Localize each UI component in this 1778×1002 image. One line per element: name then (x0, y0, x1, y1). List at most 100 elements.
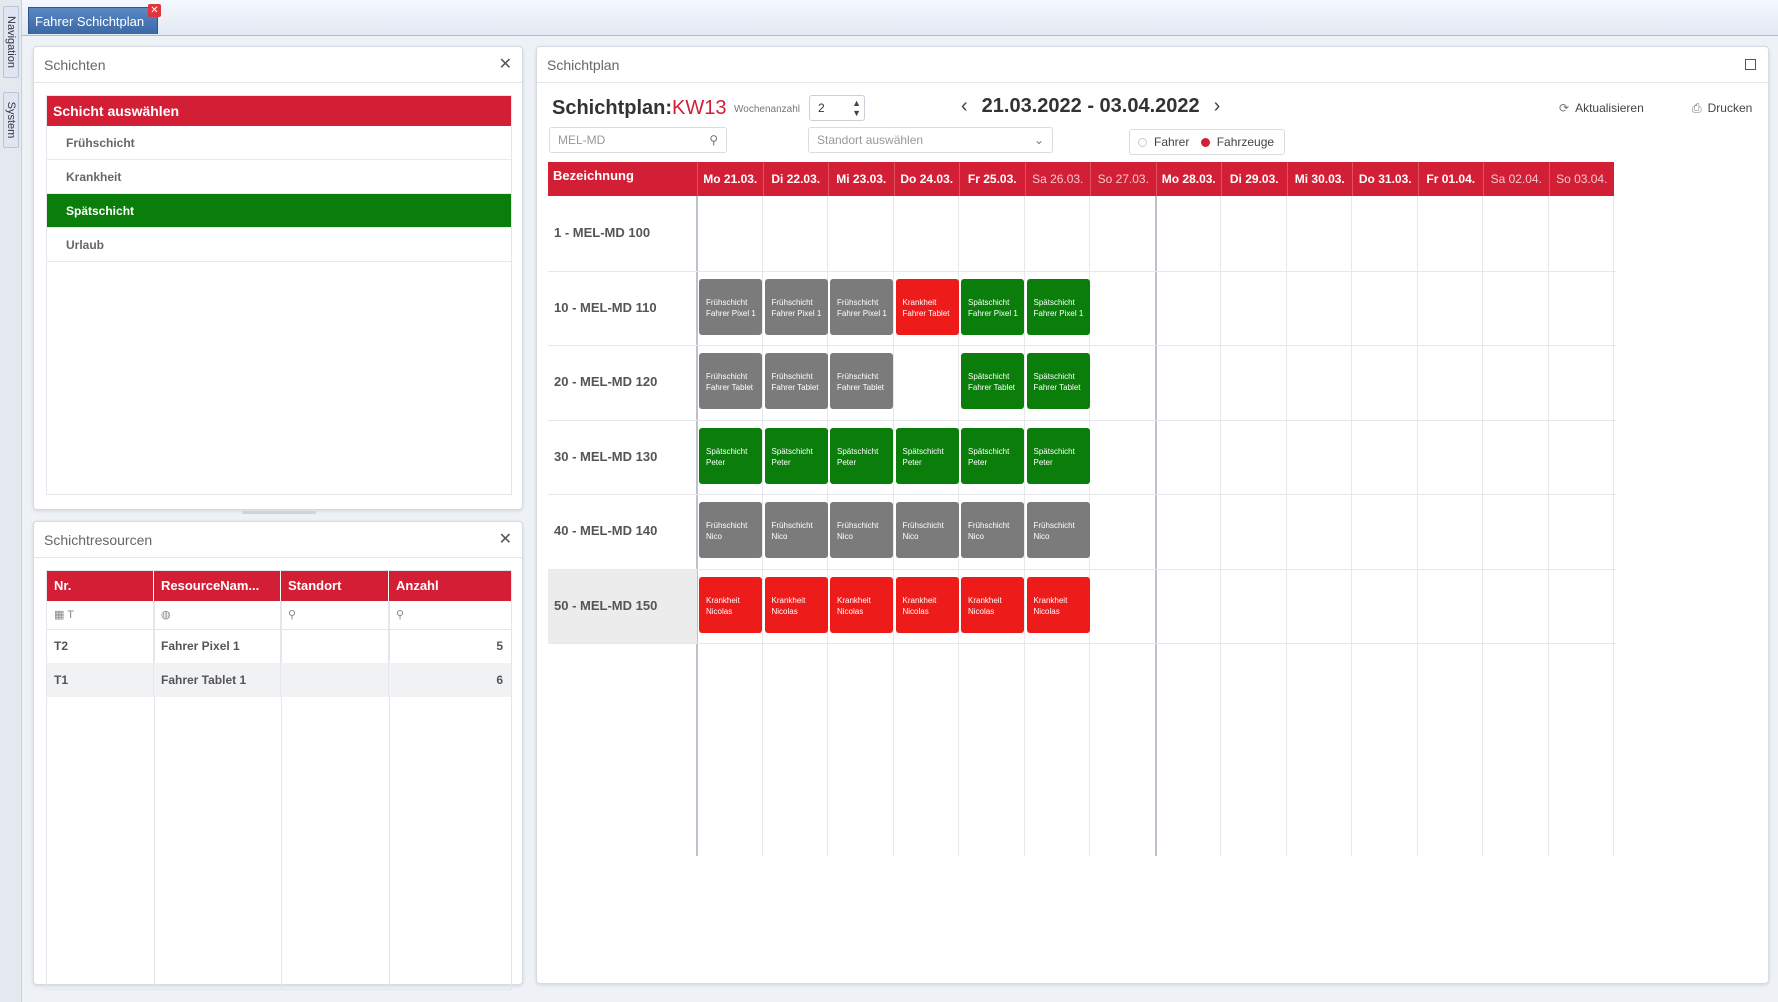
side-tab-system[interactable]: System (3, 92, 19, 148)
shift-block[interactable]: Spätschicht Peter (895, 427, 959, 484)
chevron-right-icon[interactable]: › (1200, 95, 1235, 117)
shift-resource: Nico (837, 532, 854, 541)
close-icon[interactable]: ✕ (148, 4, 161, 17)
filter-standort[interactable]: ⚲ (281, 601, 389, 629)
column-header-resourcename[interactable]: ResourceNam... (154, 571, 281, 601)
shift-block[interactable]: Krankheit Nicolas (764, 576, 828, 633)
panel-header: Schichtresourcen ✕ (34, 522, 522, 558)
close-icon[interactable]: ✕ (499, 47, 512, 83)
shift-block[interactable]: Frühschicht Fahrer Pixel 1 (764, 278, 828, 335)
row-label[interactable]: 40 - MEL-MD 140 (548, 494, 697, 569)
filter-row: ▦ T ◍ ⚲ ⚲ (47, 601, 511, 630)
shift-name: Spätschicht (837, 446, 879, 456)
shift-block[interactable]: Frühschicht Nico (961, 502, 1024, 558)
standort-select[interactable]: Standort auswählen ⌄ (808, 127, 1053, 153)
shift-name: Spätschicht (968, 446, 1010, 456)
toggle-fahrer[interactable]: Fahrer (1130, 135, 1189, 149)
row-label[interactable]: 1 - MEL-MD 100 (548, 196, 697, 271)
shift-block[interactable]: Spätschicht Peter (961, 427, 1024, 484)
shift-name: Krankheit (902, 595, 937, 605)
shift-resource: Nicolas (771, 606, 798, 616)
shift-block[interactable]: Frühschicht Nico (830, 502, 893, 558)
shift-block[interactable]: Spätschicht Fahrer Tablet (1026, 353, 1090, 409)
app-window: Navigation System Fahrer Schichtplan ✕ S… (0, 0, 1778, 1002)
shift-resource: Fahrer Tablet (1033, 383, 1081, 392)
shift-resource: Peter (1033, 457, 1053, 467)
shift-block[interactable]: Krankheit Nicolas (1026, 576, 1090, 633)
table-row[interactable]: T1 Fahrer Tablet 1 6 (47, 663, 511, 697)
shift-block[interactable]: Krankheit Nicolas (961, 576, 1024, 633)
panel-title: Schichtplan (547, 57, 620, 73)
schichtplan-panel: Schichtplan Schichtplan:KW13 Wochenanzah… (536, 46, 1769, 984)
chevron-left-icon[interactable]: ‹ (947, 95, 982, 117)
document-tabbar: Fahrer Schichtplan ✕ (22, 0, 1778, 36)
shift-item-spaetschicht[interactable]: Spätschicht (47, 194, 511, 228)
refresh-button[interactable]: ⟳ Aktualisieren (1559, 101, 1644, 115)
cell-name: Fahrer Pixel 1 (154, 629, 281, 663)
cell-anzahl: 6 (496, 673, 503, 687)
shift-block[interactable]: Krankheit Nicolas (699, 576, 762, 633)
shift-list-title: Schicht auswählen (47, 96, 511, 126)
column-header-anzahl[interactable]: Anzahl (389, 571, 511, 601)
maximize-icon[interactable] (1745, 59, 1756, 70)
side-tab-label: Navigation (5, 16, 17, 68)
shift-block[interactable]: Krankheit Fahrer Tablet (895, 278, 959, 335)
row-label[interactable]: 50 - MEL-MD 150 (548, 568, 697, 643)
grid-column-line (1351, 196, 1352, 856)
shift-resource: Peter (902, 457, 922, 467)
shift-list: Schicht auswählen Frühschicht Krankheit … (46, 95, 512, 495)
resize-handle[interactable] (242, 511, 316, 514)
side-tab-navigation[interactable]: Navigation (3, 6, 19, 78)
shift-block[interactable]: Spätschicht Fahrer Pixel 1 (961, 278, 1024, 335)
search-input[interactable]: MEL-MD ⚲ (549, 127, 727, 153)
shift-item-fruehschicht[interactable]: Frühschicht (47, 126, 511, 160)
column-header-standort[interactable]: Standort (281, 571, 389, 601)
shift-block[interactable]: Frühschicht Nico (1026, 502, 1090, 558)
row-label[interactable]: 10 - MEL-MD 110 (548, 271, 697, 346)
document-tab-label: Fahrer Schichtplan (35, 14, 145, 29)
toggle-fahrzeuge[interactable]: Fahrzeuge (1193, 135, 1274, 149)
shift-block[interactable]: Frühschicht Fahrer Tablet (830, 353, 893, 409)
search-icon: ⚲ (709, 133, 718, 147)
shift-resource: Nicolas (902, 606, 929, 616)
view-toggle: Fahrer Fahrzeuge (1129, 129, 1285, 155)
resources-table: Nr. ResourceNam... Standort Anzahl ▦ T ◍… (46, 570, 512, 990)
shift-block[interactable]: Spätschicht Fahrer Tablet (961, 353, 1024, 409)
shift-item-urlaub[interactable]: Urlaub (47, 228, 511, 262)
table-row[interactable]: T2 Fahrer Pixel 1 5 (47, 629, 511, 663)
filter-anzahl[interactable]: ⚲ (389, 601, 511, 629)
shift-block[interactable]: Spätschicht Peter (699, 427, 762, 484)
shift-name: Krankheit (706, 595, 740, 605)
filter-nr[interactable]: ▦ T (47, 601, 154, 629)
print-label: Drucken (1707, 101, 1753, 115)
day-header: Do 24.03. (893, 162, 959, 196)
row-label[interactable]: 30 - MEL-MD 130 (548, 420, 697, 495)
shift-block[interactable]: Frühschicht Nico (895, 502, 959, 558)
filter-resourcename[interactable]: ◍ (154, 601, 281, 629)
shift-item-krankheit[interactable]: Krankheit (47, 160, 511, 194)
shift-resource: Fahrer Pixel 1 (837, 308, 887, 318)
shift-block[interactable]: Krankheit Nicolas (830, 576, 893, 633)
shift-block[interactable]: Spätschicht Peter (764, 427, 828, 484)
document-tab[interactable]: Fahrer Schichtplan ✕ (28, 4, 161, 34)
close-icon[interactable]: ✕ (499, 522, 512, 558)
wochenanzahl-stepper[interactable]: 2 ▲ ▼ (809, 95, 865, 121)
shift-block[interactable]: Frühschicht Fahrer Pixel 1 (699, 278, 762, 335)
spinner-icon[interactable]: ▲ ▼ (852, 98, 861, 118)
shift-block[interactable]: Frühschicht Fahrer Tablet (699, 353, 762, 409)
day-header: Di 29.03. (1221, 162, 1287, 196)
shift-block[interactable]: Frühschicht Fahrer Pixel 1 (830, 278, 893, 335)
day-header: Di 22.03. (762, 162, 828, 196)
resources-panel: Schichtresourcen ✕ Nr. ResourceNam... St… (33, 521, 523, 990)
shift-block[interactable]: Krankheit Nicolas (895, 576, 959, 633)
shift-block[interactable]: Spätschicht Peter (830, 427, 893, 484)
shift-block[interactable]: Frühschicht Nico (699, 502, 762, 558)
row-label[interactable]: 20 - MEL-MD 120 (548, 345, 697, 420)
search-icon: ⚲ (396, 609, 405, 621)
column-header-nr[interactable]: Nr. (47, 571, 154, 601)
shift-block[interactable]: Spätschicht Peter (1026, 427, 1090, 484)
shift-block[interactable]: Frühschicht Fahrer Tablet (764, 353, 828, 409)
shift-block[interactable]: Frühschicht Nico (764, 502, 828, 558)
shift-block[interactable]: Spätschicht Fahrer Pixel 1 (1026, 278, 1090, 335)
print-button[interactable]: ⎙ Drucken (1692, 101, 1752, 116)
